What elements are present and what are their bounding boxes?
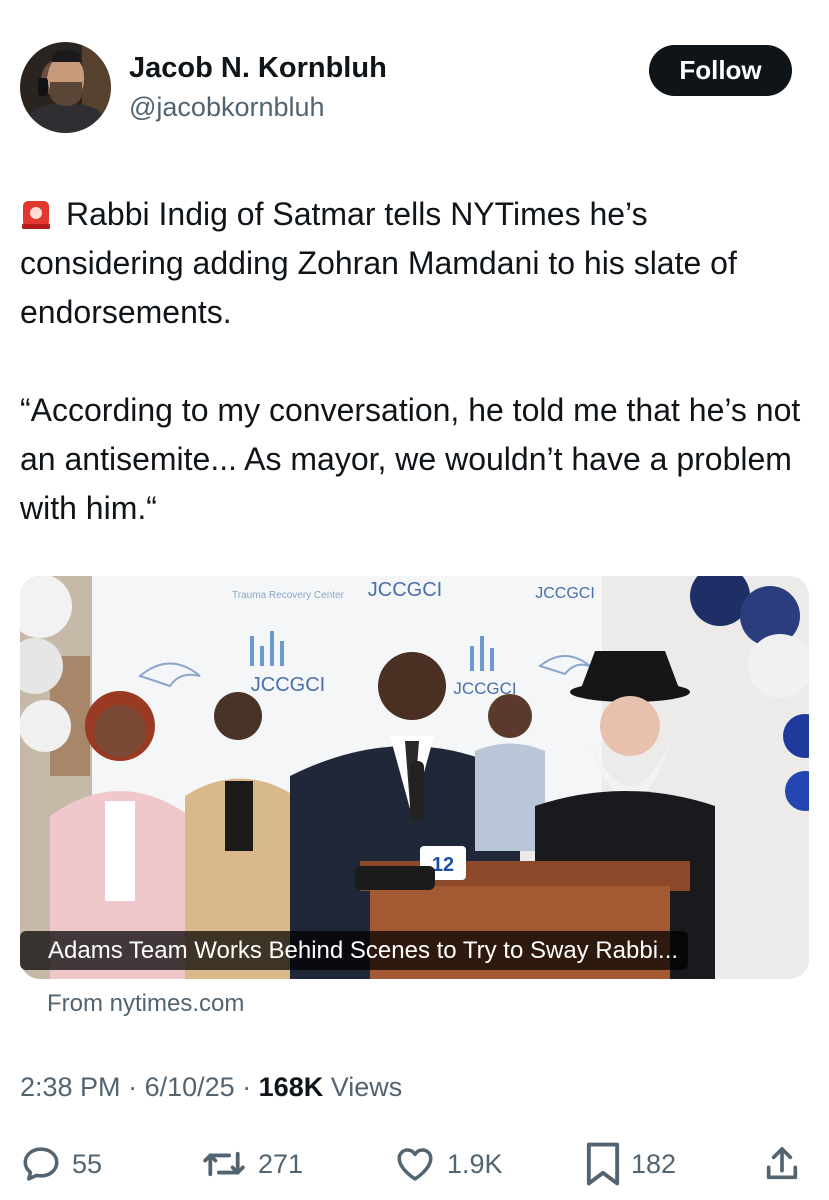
- avatar-cap: [52, 50, 80, 62]
- tweet-body: Rabbi Indig of Satmar tells NYTimes he’s…: [20, 190, 810, 533]
- follow-button[interactable]: Follow: [649, 45, 792, 96]
- avatar-phone: [38, 78, 48, 96]
- share-button[interactable]: [762, 1140, 802, 1188]
- link-card-headline[interactable]: Adams Team Works Behind Scenes to Try to…: [20, 931, 689, 970]
- like-count: 1.9K: [447, 1148, 503, 1179]
- like-button[interactable]: 1.9K: [393, 1140, 503, 1188]
- link-card[interactable]: JCCGCI JCCGCI JCCGCI JCCGCI Trauma Recov…: [20, 576, 809, 979]
- rotating-light-icon: [20, 197, 52, 229]
- tweet-text: Rabbi Indig of Satmar tells NYTimes he’s…: [20, 196, 801, 526]
- heart-icon: [397, 1148, 433, 1181]
- tweet-date[interactable]: 6/10/25: [145, 1072, 235, 1102]
- tweet-header: Jacob N. Kornbluh @jacobkornbluh Follow: [20, 42, 810, 137]
- repost-icon: [203, 1151, 245, 1177]
- reply-count: 55: [72, 1148, 103, 1179]
- reply-icon: [23, 1147, 59, 1181]
- link-card-image: JCCGCI JCCGCI JCCGCI JCCGCI Trauma Recov…: [20, 576, 809, 979]
- svg-text:JCCGCI: JCCGCI: [535, 585, 595, 602]
- mic-flag-text: 12: [432, 854, 454, 876]
- avatar[interactable]: [20, 42, 111, 133]
- bookmark-icon: [586, 1142, 620, 1186]
- author-handle[interactable]: @jacobkornbluh: [129, 92, 325, 123]
- author-name[interactable]: Jacob N. Kornbluh: [129, 52, 387, 85]
- repost-count: 271: [258, 1148, 304, 1179]
- tweet-time[interactable]: 2:38 PM: [20, 1072, 121, 1102]
- tweet-meta: 2:38 PM · 6/10/25 · 168K Views: [20, 1072, 403, 1102]
- backdrop-subtitle: Trauma Recovery Center: [232, 590, 345, 601]
- views-count: 168K: [258, 1072, 324, 1102]
- bookmark-button[interactable]: 182: [585, 1140, 676, 1188]
- views-label: Views: [330, 1072, 403, 1102]
- share-icon: [766, 1147, 798, 1180]
- action-bar: 55 271 1.9K 182: [20, 1140, 810, 1188]
- avatar-body: [28, 104, 104, 133]
- svg-text:JCCGCI: JCCGCI: [251, 674, 325, 696]
- avatar-beard: [50, 82, 82, 106]
- repost-button[interactable]: 271: [200, 1140, 303, 1188]
- bookmark-count: 182: [631, 1148, 677, 1179]
- reply-button[interactable]: 55: [20, 1140, 102, 1188]
- link-card-source[interactable]: From nytimes.com: [47, 990, 244, 1018]
- backdrop-logo-text: JCCGCI: [368, 579, 442, 601]
